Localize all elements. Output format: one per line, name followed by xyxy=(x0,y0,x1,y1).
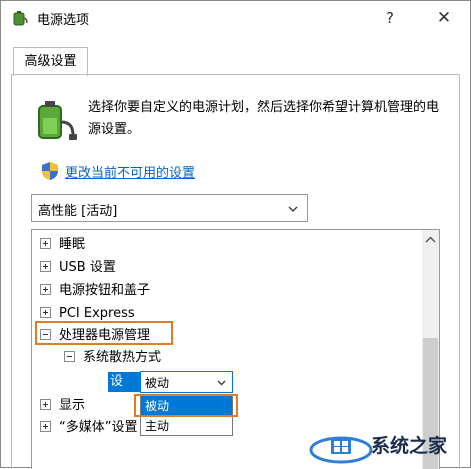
tree-item-sleep[interactable]: 睡眠 xyxy=(40,234,85,256)
tree-item-multimedia[interactable]: “多媒体”设置 xyxy=(40,417,137,439)
tree-item-display[interactable]: 显示 xyxy=(40,395,85,417)
plan-description: 选择你要自定义的电源计划，然后选择你希望计算机管理的电源设置。 xyxy=(88,100,440,137)
tree-item-label: 电源按钮和盖子 xyxy=(59,283,151,298)
scroll-up-arrow-icon[interactable] xyxy=(422,230,439,250)
tree-item-label: 睡眠 xyxy=(59,237,86,252)
tree-item-cooling-policy[interactable]: 系统散热方式 xyxy=(64,347,161,369)
tree-item-label: “多媒体”设置 xyxy=(59,420,138,435)
power-options-icon xyxy=(13,11,28,26)
collapse-minus-icon[interactable] xyxy=(64,351,75,362)
title-bar[interactable]: 电源选项 ? ✕ xyxy=(1,1,470,35)
setting-label: 设置: xyxy=(108,372,140,409)
expand-plus-icon[interactable] xyxy=(40,284,51,295)
option-active[interactable]: 主动 xyxy=(141,416,232,436)
help-button[interactable]: ? xyxy=(375,5,405,31)
highlight-box-processor xyxy=(35,321,173,345)
tree-item-label: PCI Express xyxy=(59,306,135,321)
window-title: 电源选项 xyxy=(37,13,90,28)
tree-item-label: 显示 xyxy=(59,398,86,413)
cooling-policy-select[interactable]: 被动 xyxy=(140,371,233,393)
expand-plus-icon[interactable] xyxy=(40,261,51,272)
tree-item-label: USB 设置 xyxy=(59,260,116,275)
expand-plus-icon[interactable] xyxy=(40,399,51,410)
tab-strip: 高级设置 xyxy=(1,35,470,76)
cooling-policy-value: 被动 xyxy=(145,376,170,390)
chevron-down-icon xyxy=(288,206,298,212)
expand-plus-icon[interactable] xyxy=(40,421,51,432)
chevron-down-icon xyxy=(217,380,226,386)
power-plan-select[interactable]: 高性能 [活动] xyxy=(31,194,308,222)
battery-plan-icon xyxy=(38,101,77,140)
expand-plus-icon[interactable] xyxy=(40,238,51,249)
power-plan-value: 高性能 [活动] xyxy=(38,204,118,219)
watermark-text: 系统之家 xyxy=(371,435,448,457)
change-unavailable-settings-link[interactable]: 更改当前不可用的设置 xyxy=(65,162,195,181)
uac-shield-icon xyxy=(42,162,58,180)
tree-item-label: 系统散热方式 xyxy=(83,350,162,365)
close-button[interactable]: ✕ xyxy=(429,5,459,31)
tree-item-usb[interactable]: USB 设置 xyxy=(40,257,116,279)
expand-plus-icon[interactable] xyxy=(40,307,51,318)
tree-item-power-buttons[interactable]: 电源按钮和盖子 xyxy=(40,280,150,302)
tab-advanced-settings[interactable]: 高级设置 xyxy=(13,47,88,76)
dialog-window: 电源选项 ? ✕ 高级设置 选择你要自定义的电源计划，然后选择你希望计算机管理的… xyxy=(0,0,471,469)
highlight-box-passive xyxy=(134,394,238,417)
